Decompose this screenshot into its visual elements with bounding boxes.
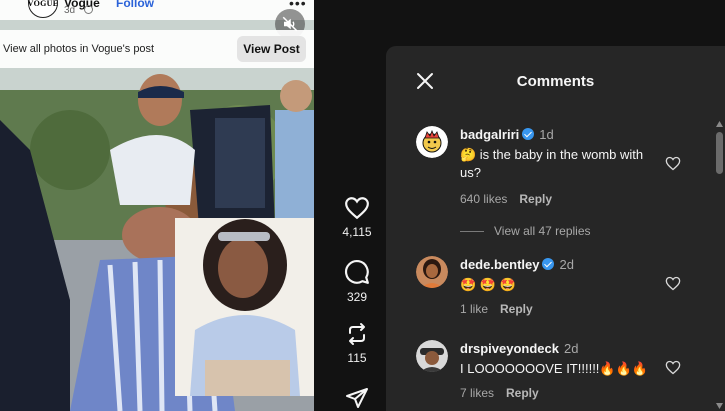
- reply-button[interactable]: Reply: [519, 192, 552, 206]
- comment-item: badgalriri 1d 🤔 is the baby in the womb w…: [416, 126, 716, 226]
- replies-divider: [460, 231, 484, 233]
- comment-action[interactable]: 329: [340, 259, 374, 304]
- scroll-down-arrow-icon[interactable]: [716, 403, 723, 409]
- post-header: VOGUE Vogue Follow 3d •••: [0, 0, 314, 20]
- comment-icon[interactable]: [344, 259, 370, 285]
- heart-icon[interactable]: [665, 276, 681, 291]
- username-text[interactable]: drspiveyondeck: [460, 341, 559, 356]
- comment-text: 🤩 🤩 🤩: [460, 277, 516, 292]
- heart-icon[interactable]: [665, 360, 681, 375]
- comment-meta: 7 likes Reply: [460, 386, 551, 400]
- avatar[interactable]: [416, 126, 448, 158]
- avatar[interactable]: [416, 340, 448, 372]
- comment-time: 2d: [564, 341, 579, 356]
- banner-text: View all photos in Vogue's post: [3, 43, 155, 55]
- comment-item: dede.bentley 2d 🤩 🤩 🤩 1 like Reply: [416, 256, 716, 316]
- like-action[interactable]: 4,115: [340, 196, 374, 239]
- view-replies-button[interactable]: View all 47 replies: [460, 224, 591, 238]
- view-photos-banner: View all photos in Vogue's post View Pos…: [0, 30, 314, 68]
- comment-meta: 640 likes Reply: [460, 192, 564, 206]
- user-photo-icon: [416, 340, 448, 372]
- view-post-button[interactable]: View Post: [237, 36, 306, 62]
- like-count: 4,115: [342, 225, 372, 239]
- globe-icon: [84, 5, 93, 14]
- comment-time: 1d: [539, 127, 554, 142]
- reply-button[interactable]: Reply: [500, 302, 533, 316]
- comment-text: 🤔 is the baby in the womb with us?: [460, 147, 644, 180]
- vogue-avatar[interactable]: VOGUE: [28, 0, 58, 18]
- share-icon[interactable]: [345, 386, 369, 410]
- view-replies-text[interactable]: View all 47 replies: [494, 224, 591, 238]
- comment-meta: 1 like Reply: [460, 302, 545, 316]
- post-time: 3d: [64, 5, 76, 16]
- comment-time: 2d: [559, 257, 574, 272]
- heart-icon[interactable]: [665, 156, 681, 171]
- comment-item: drspiveyondeck 2d I LOOOOOOOVE IT!!!!!!🔥🔥…: [416, 340, 716, 400]
- comment-username[interactable]: drspiveyondeck 2d: [460, 341, 578, 356]
- verified-badge-icon: [522, 128, 535, 140]
- follow-button[interactable]: Follow: [116, 0, 154, 10]
- scrollbar-thumb[interactable]: [716, 132, 723, 174]
- repost-icon[interactable]: [345, 322, 369, 346]
- heart-icon[interactable]: [344, 196, 370, 220]
- comment-username[interactable]: dede.bentley 2d: [460, 257, 574, 272]
- user-photo-icon: [416, 256, 448, 288]
- comment-likes[interactable]: 640 likes: [460, 192, 507, 206]
- share-action[interactable]: [340, 386, 374, 410]
- comment-count: 329: [346, 290, 368, 304]
- video-player[interactable]: VOGUE Vogue Follow 3d ••• View all photo…: [0, 0, 314, 411]
- verified-badge-icon: [542, 258, 555, 270]
- comment-likes[interactable]: 1 like: [460, 302, 488, 316]
- reply-button[interactable]: Reply: [506, 386, 539, 400]
- repost-count: 115: [347, 351, 367, 365]
- comment-text: I LOOOOOOOVE IT!!!!!!🔥🔥🔥: [460, 361, 648, 376]
- comment-username[interactable]: badgalriri 1d: [460, 127, 554, 142]
- repost-action[interactable]: 115: [340, 322, 374, 365]
- username-text[interactable]: badgalriri: [460, 127, 519, 142]
- comments-title: Comments: [516, 73, 595, 90]
- comment-likes[interactable]: 7 likes: [460, 386, 494, 400]
- avatar[interactable]: [416, 256, 448, 288]
- cartoon-avatar-icon: [416, 126, 448, 158]
- username-text[interactable]: dede.bentley: [460, 257, 539, 272]
- comments-panel: Comments badgalriri 1d 🤔 is the baby in t…: [386, 46, 725, 411]
- scroll-up-arrow-icon[interactable]: [716, 121, 723, 127]
